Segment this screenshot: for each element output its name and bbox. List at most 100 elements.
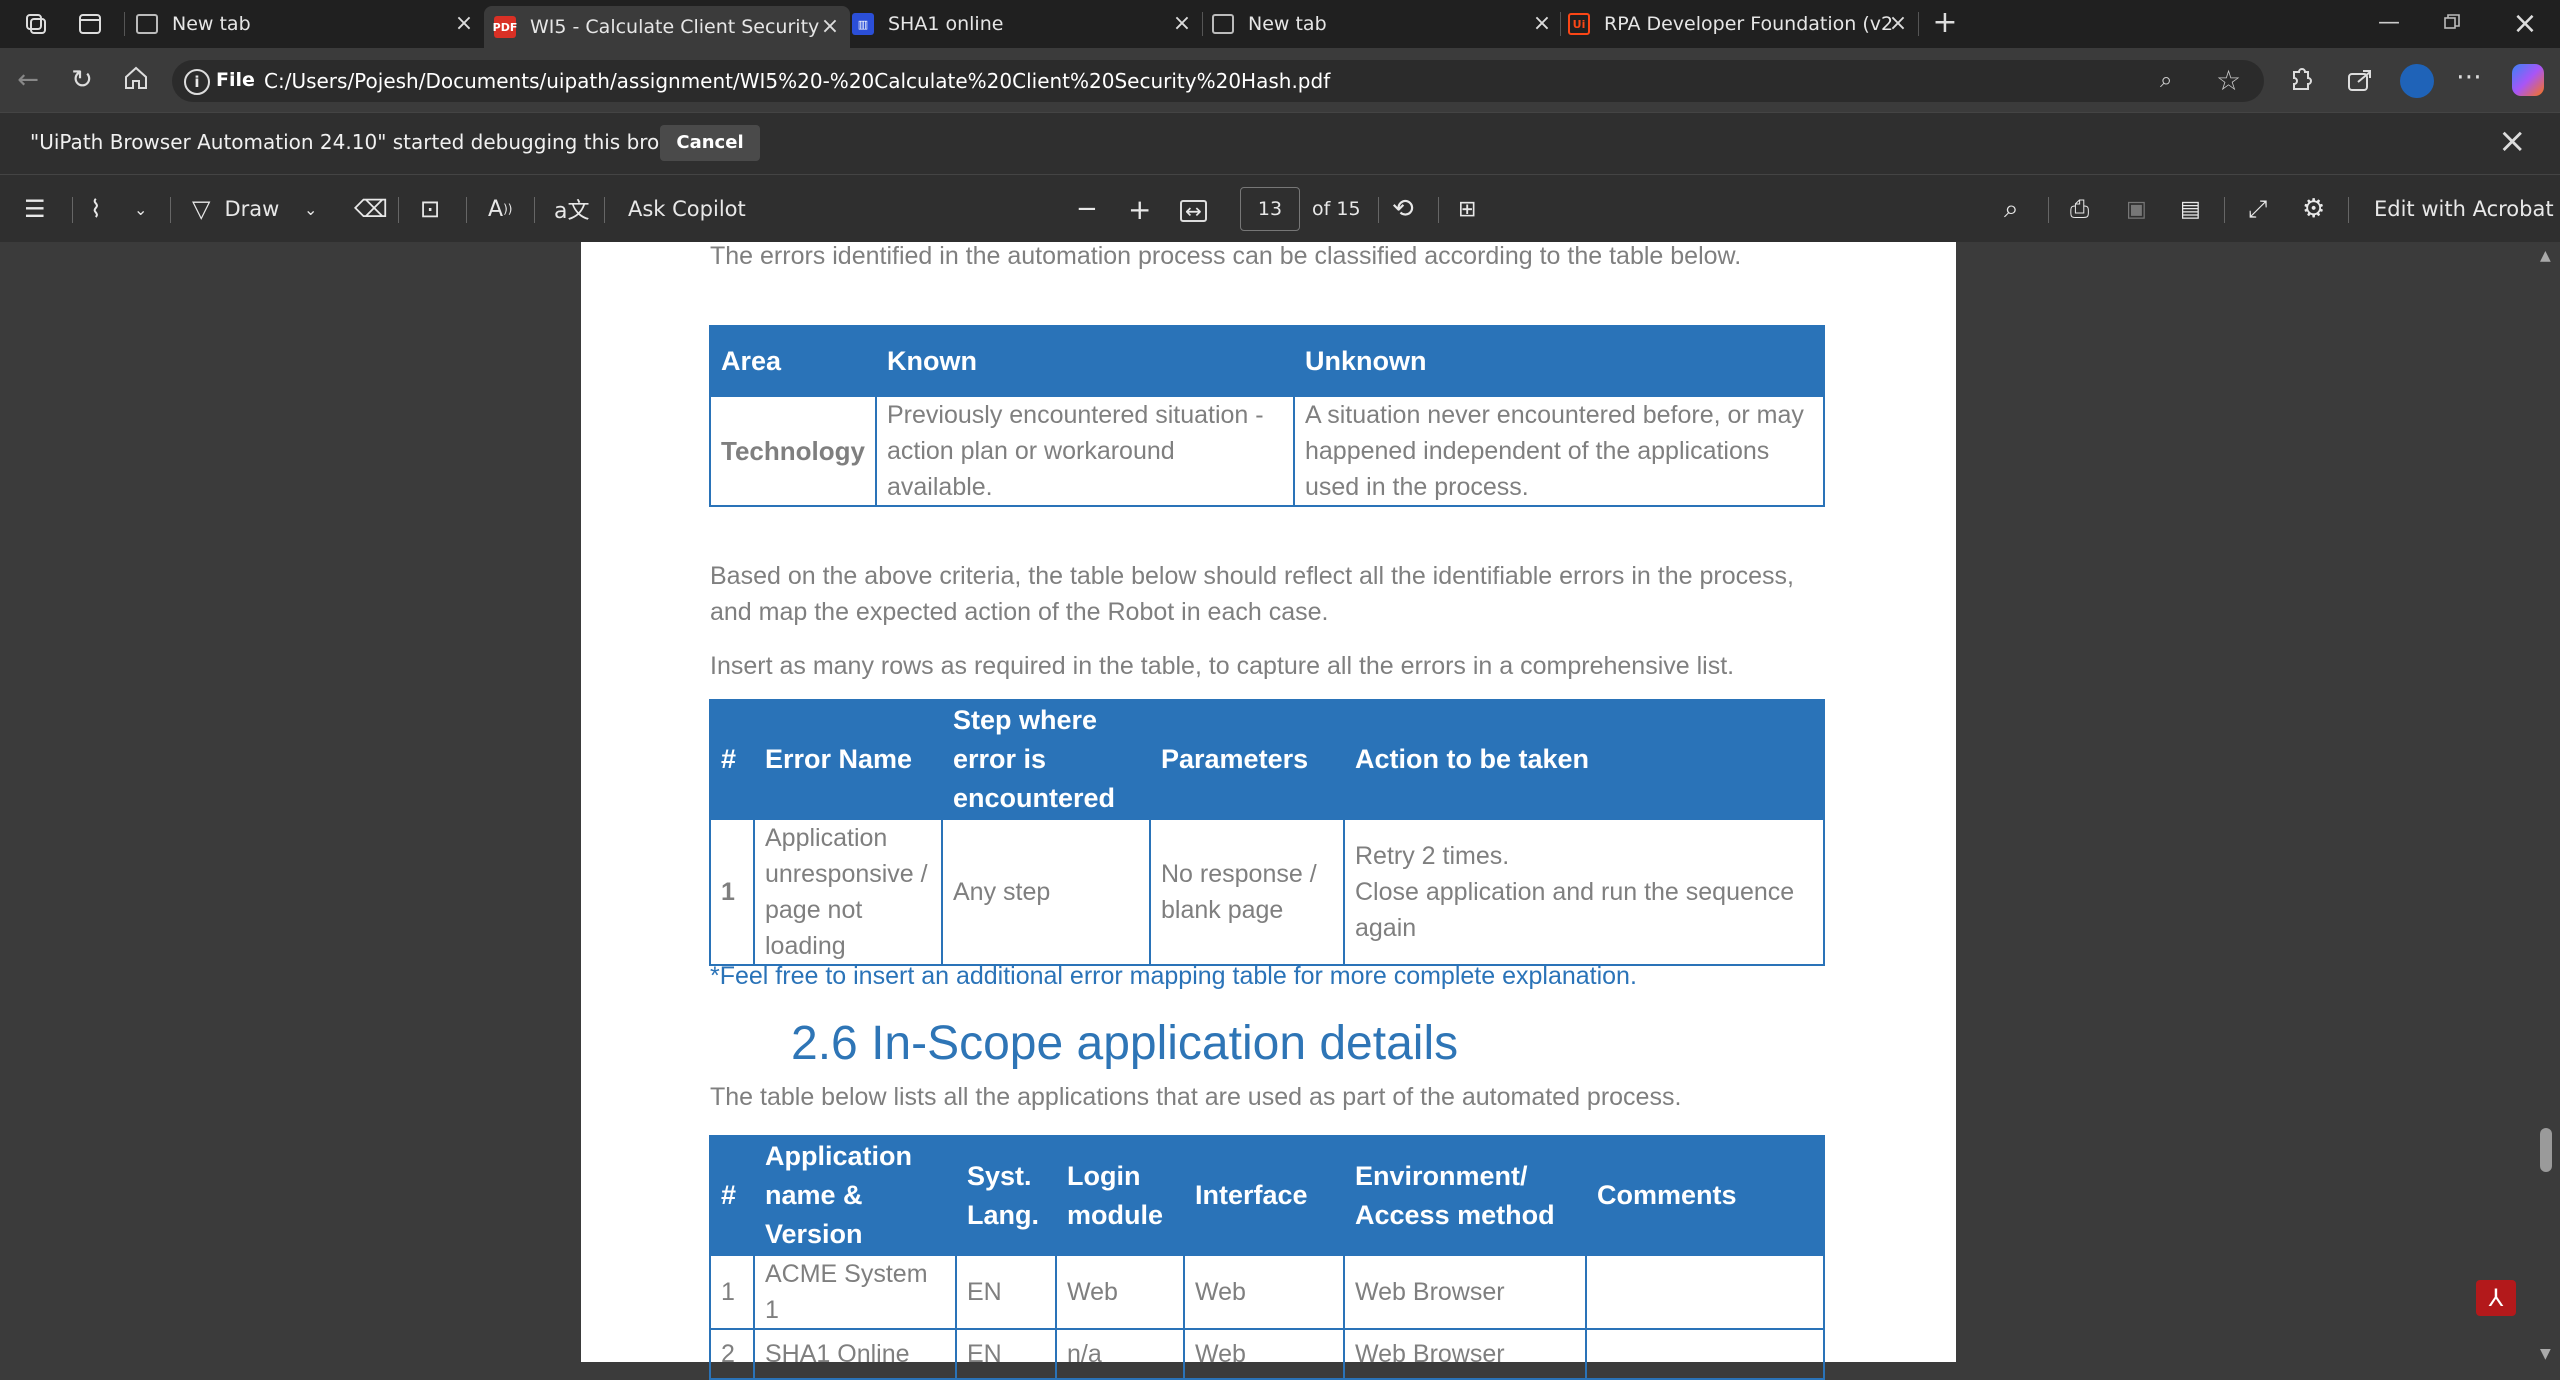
classification-table: Area Known Unknown Technology Previously… (709, 325, 1825, 507)
zoom-out-button[interactable]: − (1076, 191, 1098, 227)
vertical-scrollbar[interactable]: ▲ ▼ (2532, 242, 2560, 1368)
table-cell: EN (955, 1328, 1057, 1380)
read-aloud-icon[interactable]: A)) (488, 191, 512, 227)
table-header-cell: Known (875, 325, 1295, 397)
draw-button[interactable]: ▽ Draw (192, 191, 279, 227)
ask-copilot-button[interactable]: Ask Copilot (628, 191, 746, 227)
table-header-cell: Syst. Lang. (955, 1135, 1057, 1256)
table-cell: SHA1 Online (753, 1328, 957, 1380)
back-icon[interactable]: ← (12, 64, 44, 96)
section-heading: 2.6 In-Scope application details (791, 1017, 1459, 1070)
tab-pdf-document[interactable]: PDF WI5 - Calculate Client Security Ha × (484, 6, 850, 48)
close-window-button[interactable]: × (2510, 6, 2540, 41)
action-line: Close application and run the sequence a… (1355, 878, 1795, 942)
new-tab-icon (136, 14, 158, 34)
settings-gear-icon[interactable]: ⚙ (2302, 191, 2325, 227)
tab-title: New tab (1248, 13, 1327, 35)
table-row: 1 ACME System 1 EN Web Web Web Browser (709, 1254, 1825, 1330)
acrobat-icon[interactable]: ⅄ (2476, 1280, 2516, 1316)
table-row: 1 Application unresponsive / page not lo… (709, 818, 1825, 966)
scrollbar-thumb[interactable] (2540, 1128, 2552, 1172)
more-menu-icon[interactable]: ⋯ (2456, 62, 2482, 92)
zoom-in-button[interactable]: + (1128, 191, 1151, 227)
intro-paragraph: The errors identified in the automation … (710, 242, 1742, 270)
table-header-cell: Step where error is encountered (941, 699, 1151, 820)
pdf-page: The errors identified in the automation … (581, 242, 1956, 1380)
save-icon[interactable]: ▣ (2126, 191, 2147, 227)
insert-rows-paragraph: Insert as many rows as required in the t… (710, 652, 1735, 680)
table-row: 2 SHA1 Online EN n/a Web Web Browser (709, 1328, 1825, 1380)
draw-dropdown-icon[interactable]: ⌄ (304, 191, 317, 227)
table-header-cell: Environment/ Access method (1343, 1135, 1587, 1256)
tab-new-tab-1[interactable]: New tab × (136, 6, 476, 42)
fit-to-width-icon[interactable]: ↔ (1180, 200, 1207, 222)
table-cell: Web (1183, 1254, 1345, 1330)
restore-button[interactable] (2442, 12, 2472, 40)
minimize-button[interactable]: — (2374, 10, 2404, 38)
page-total-label: of 15 (1312, 198, 1361, 220)
vertical-tabs-icon[interactable] (78, 12, 102, 36)
table-cell: Web (1183, 1328, 1345, 1380)
highlight-icon[interactable]: ⌇ (90, 191, 102, 227)
table-cell: ACME System 1 (753, 1254, 957, 1330)
rotate-icon[interactable]: ⟲ (1392, 191, 1414, 227)
refresh-icon[interactable]: ↻ (66, 64, 98, 96)
close-tab-icon[interactable]: × (1170, 12, 1194, 36)
table-cell (1585, 1254, 1825, 1330)
text-box-icon[interactable]: ⊡ (420, 191, 440, 227)
note-paragraph: *Feel free to insert an additional error… (710, 962, 1637, 990)
zoom-icon[interactable]: ⌕ (2160, 68, 2172, 93)
scroll-down-arrow[interactable]: ▼ (2540, 1346, 2551, 1362)
table-cell: 2 (709, 1328, 755, 1380)
table-cell: 1 (709, 818, 755, 966)
share-icon[interactable] (2346, 66, 2374, 94)
scroll-up-arrow[interactable]: ▲ (2540, 248, 2551, 264)
favorite-star-icon[interactable]: ☆ (2216, 64, 2241, 97)
close-tab-icon[interactable]: × (1530, 12, 1554, 36)
close-tab-icon[interactable]: × (818, 15, 842, 39)
address-bar[interactable]: i File C:/Users/Pojesh/Documents/uipath/… (172, 60, 2264, 102)
close-infobar-icon[interactable]: × (2498, 121, 2527, 161)
edit-with-acrobat-button[interactable]: Edit with Acrobat (2374, 191, 2554, 227)
highlight-dropdown-icon[interactable]: ⌄ (134, 191, 147, 227)
new-tab-button[interactable]: + (1930, 8, 1960, 38)
table-header-cell: # (709, 1135, 755, 1256)
tab-rpa-developer[interactable]: Ui RPA Developer Foundation (v202 × (1568, 6, 1910, 42)
copilot-icon[interactable] (2512, 64, 2544, 96)
page-number-input[interactable]: 13 (1240, 187, 1300, 231)
translate-icon[interactable]: a文 (554, 191, 589, 227)
extensions-icon[interactable] (2286, 66, 2314, 94)
table-cell: Application unresponsive / page not load… (753, 818, 943, 966)
infobar-message: "UiPath Browser Automation 24.10" starte… (30, 130, 707, 154)
debugging-infobar: "UiPath Browser Automation 24.10" starte… (0, 112, 2560, 175)
table-header-row: # Error Name Step where error is encount… (709, 699, 1825, 820)
save-as-icon[interactable]: ▤ (2180, 191, 2201, 227)
tab-sha1-online[interactable]: ▥ SHA1 online × (852, 6, 1194, 42)
cancel-button[interactable]: Cancel (660, 125, 760, 161)
home-icon[interactable] (120, 64, 152, 96)
table-header-cell: Comments (1585, 1135, 1825, 1256)
info-icon[interactable]: i (184, 69, 210, 95)
table-cell: Web Browser (1343, 1254, 1587, 1330)
uipath-icon: Ui (1568, 13, 1590, 35)
page-view-icon[interactable]: ⊞ (1458, 191, 1476, 227)
tab-new-tab-2[interactable]: New tab × (1212, 6, 1554, 42)
profile-avatar[interactable] (2400, 64, 2434, 98)
search-icon[interactable]: ⌕ (2004, 191, 2019, 227)
table-header-cell: Parameters (1149, 699, 1345, 820)
apps-table: # Application name & Version Syst. Lang.… (709, 1135, 1825, 1380)
contents-icon[interactable]: ☰ (24, 191, 46, 227)
error-table: # Error Name Step where error is encount… (709, 699, 1825, 966)
workspaces-icon[interactable] (24, 12, 48, 36)
address-url[interactable]: C:/Users/Pojesh/Documents/uipath/assignm… (264, 69, 1330, 93)
print-icon[interactable]: ⎙ (2070, 191, 2089, 227)
table-header-cell: Area (709, 325, 877, 397)
fullscreen-icon[interactable]: ⤢ (2248, 191, 2267, 227)
tab-title: RPA Developer Foundation (v202 (1604, 13, 1894, 35)
table-header-cell: Action to be taken (1343, 699, 1825, 820)
close-tab-icon[interactable]: × (452, 12, 476, 36)
erase-icon[interactable]: ⌫ (354, 191, 388, 227)
close-tab-icon[interactable]: × (1886, 12, 1910, 36)
table-header-cell: Application name & Version (753, 1135, 957, 1256)
tab-title: SHA1 online (888, 13, 1004, 35)
